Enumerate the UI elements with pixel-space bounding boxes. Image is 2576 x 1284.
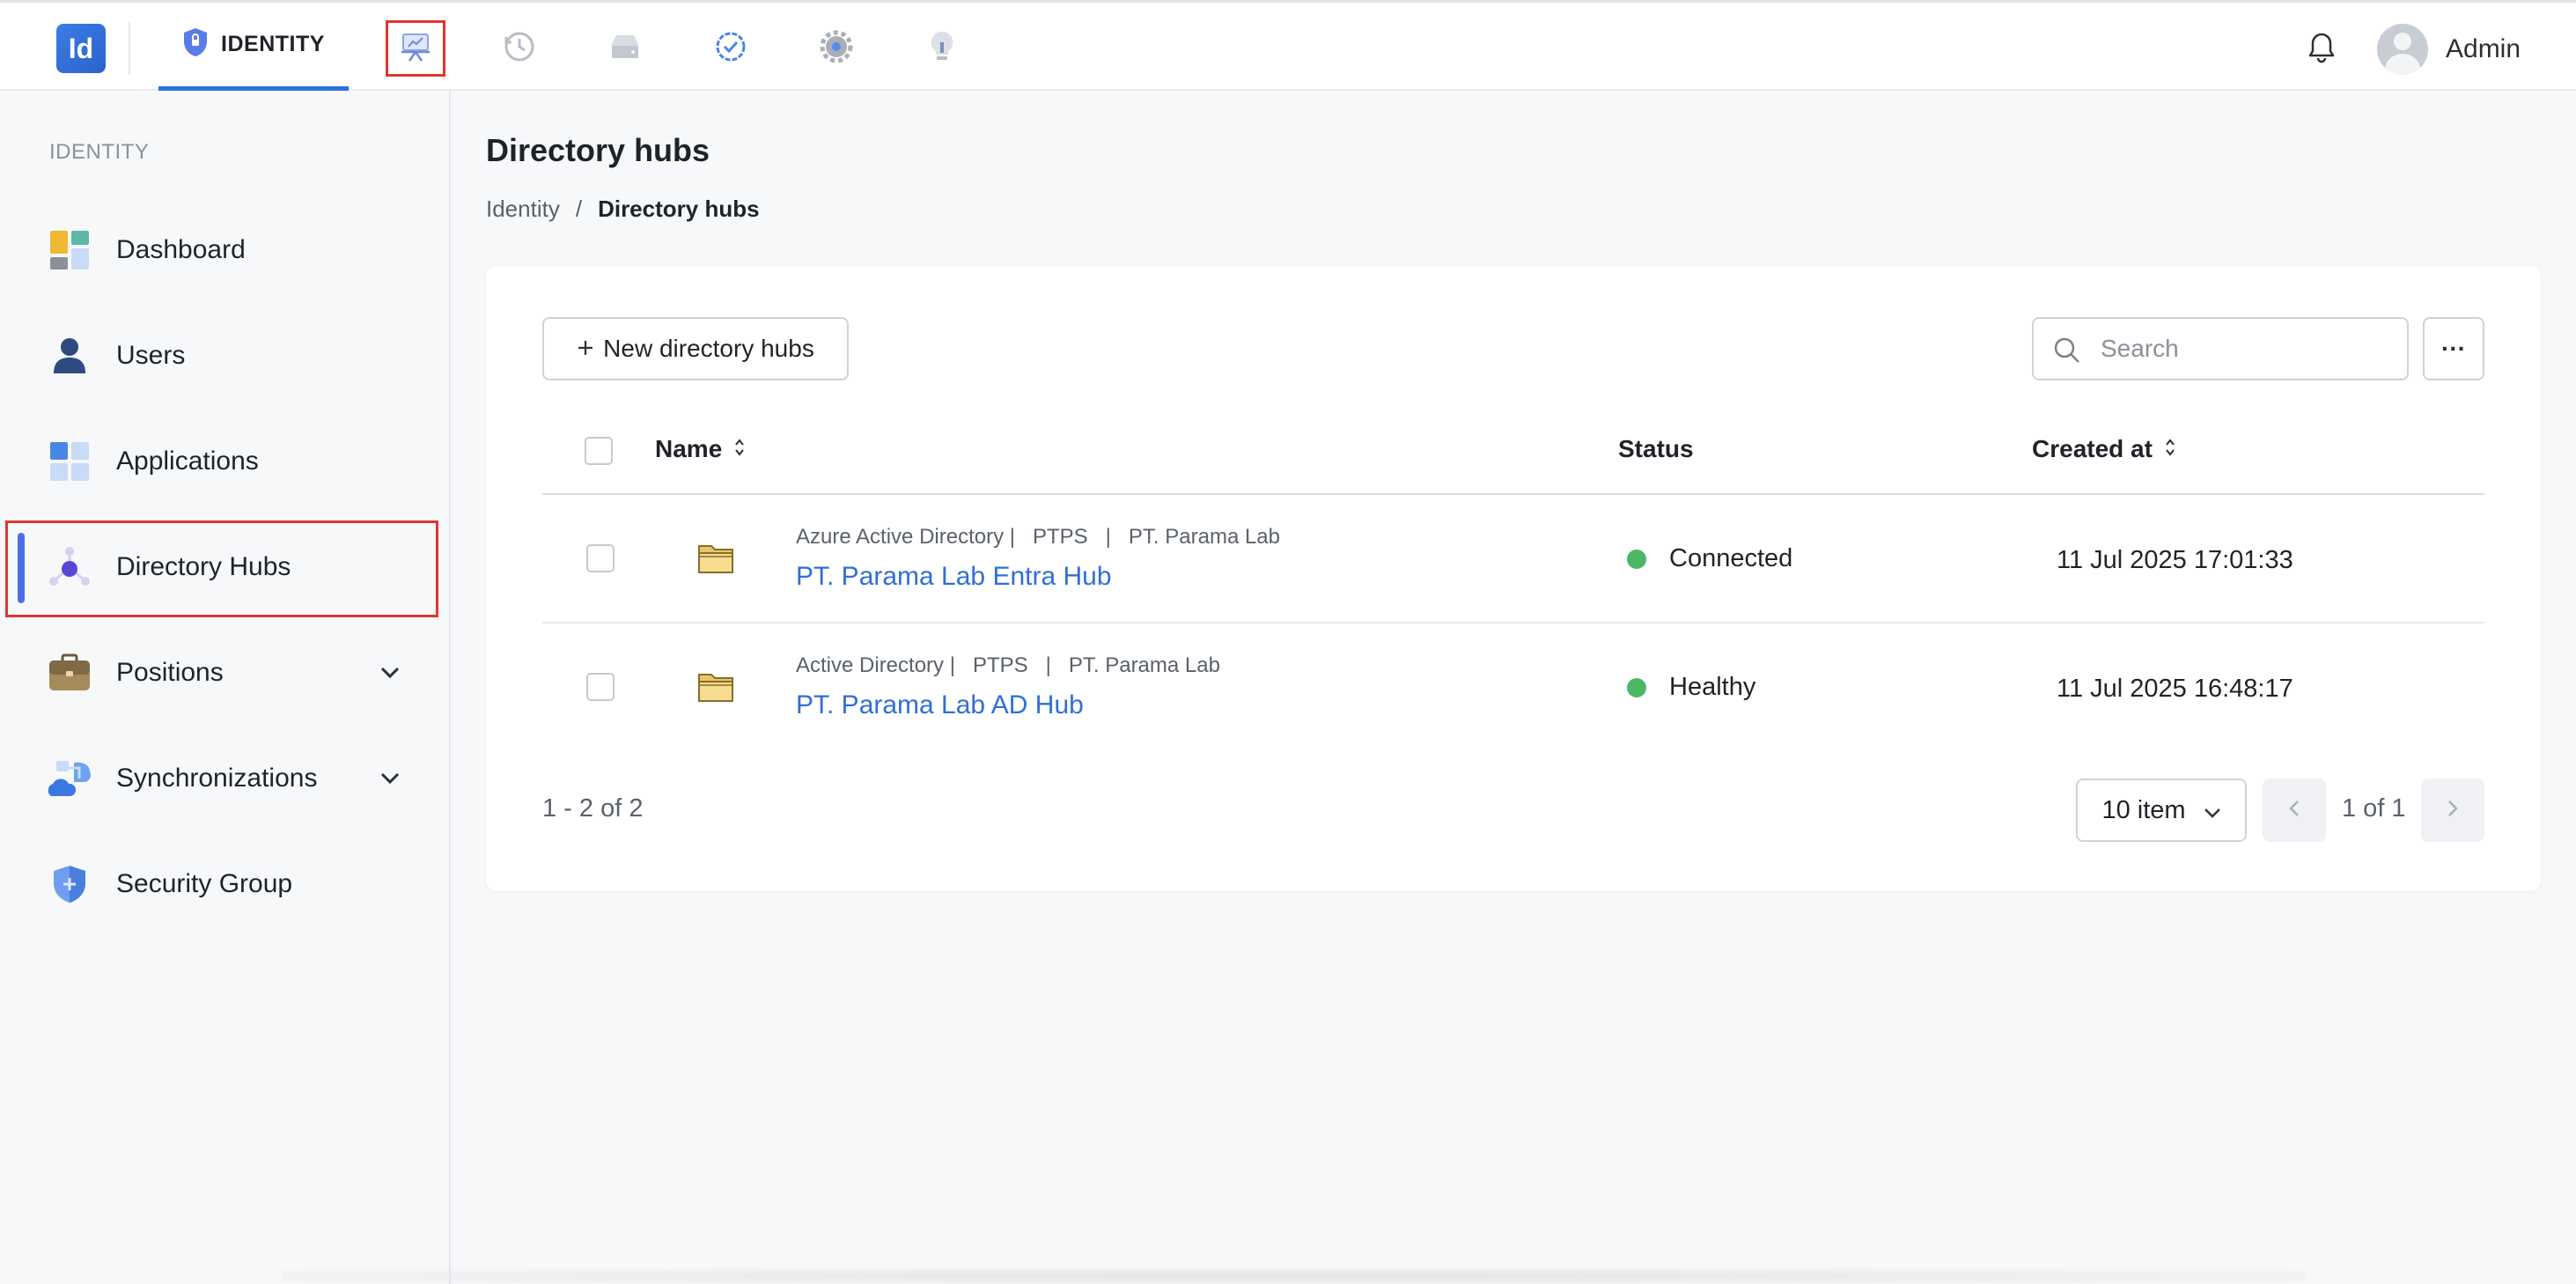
verified-icon — [714, 30, 747, 68]
sidebar: IDENTITY Dashboard Users Applications Di… — [0, 91, 451, 1284]
status-badge: Connected — [1627, 544, 1792, 573]
pagination-range: 1 - 2 of 2 — [542, 794, 644, 823]
hub-meta: Active Directory | PTPS | PT. Parama Lab — [796, 653, 1220, 677]
user-avatar[interactable] — [2377, 24, 2428, 75]
breadcrumb-current: Directory hubs — [598, 196, 760, 222]
identity-shield-icon — [182, 27, 209, 62]
column-header-label: Name — [655, 435, 723, 462]
column-header-status: Status — [1618, 435, 1694, 463]
sidebar-item-dashboard[interactable]: Dashboard — [0, 202, 451, 299]
sidebar-section-label: IDENTITY — [49, 140, 150, 164]
applications-icon — [48, 439, 92, 483]
sidebar-item-security-group[interactable]: Security Group — [0, 836, 451, 933]
column-header-label: Status — [1618, 435, 1694, 462]
column-header-name[interactable]: Name — [655, 435, 745, 463]
hub-name-link[interactable]: PT. Parama Lab Entra Hub — [796, 562, 1112, 592]
active-indicator — [18, 533, 25, 603]
plus-icon — [577, 335, 594, 363]
column-header-label: Created at — [2032, 435, 2153, 462]
breadcrumb-root[interactable]: Identity — [486, 196, 560, 223]
new-directory-hub-label: New directory hubs — [603, 335, 814, 362]
created-at: 11 Jul 2025 16:48:17 — [2057, 675, 2293, 703]
cloud-sync-icon — [48, 756, 92, 801]
previous-page-button[interactable] — [2263, 779, 2326, 842]
created-at: 11 Jul 2025 17:01:33 — [2057, 546, 2293, 574]
chevron-right-icon — [2447, 800, 2458, 822]
reports-app-button[interactable] — [386, 20, 445, 77]
next-page-button[interactable] — [2421, 779, 2484, 842]
page-size-value: 10 item — [2101, 795, 2186, 824]
chevron-down-icon[interactable] — [377, 765, 403, 792]
dashboard-icon — [48, 228, 92, 272]
chevron-down-icon[interactable] — [377, 660, 403, 686]
storage-icon — [608, 32, 642, 66]
table-row[interactable]: Active Directory | PTPS | PT. Parama Lab… — [542, 624, 2484, 752]
hub-meta: Azure Active Directory | PTPS | PT. Para… — [796, 525, 1280, 549]
app-tab-identity[interactable]: IDENTITY — [158, 3, 349, 92]
page-indicator: 1 of 1 — [2342, 794, 2406, 823]
more-options-button[interactable]: ··· — [2423, 317, 2484, 380]
row-checkbox[interactable] — [586, 673, 615, 701]
status-badge: Healthy — [1627, 673, 1755, 702]
status-text: Connected — [1669, 544, 1793, 572]
sidebar-item-label: Positions — [116, 658, 224, 687]
status-dot — [1627, 549, 1646, 569]
page-title: Directory hubs — [486, 132, 710, 168]
sidebar-item-label: Directory Hubs — [116, 552, 291, 581]
settings-icon — [820, 30, 853, 68]
folder-icon — [697, 671, 734, 707]
verified-app-button[interactable] — [701, 20, 761, 77]
reports-icon — [400, 31, 431, 67]
window-shadow — [282, 1268, 2307, 1284]
sidebar-item-label: Security Group — [116, 869, 293, 898]
storage-app-button[interactable] — [595, 20, 655, 77]
status-text: Healthy — [1669, 673, 1756, 701]
chevron-down-icon — [2204, 796, 2221, 825]
new-directory-hub-button[interactable]: New directory hubs — [542, 317, 849, 380]
directory-hubs-card: New directory hubs ··· Name Status Creat… — [486, 266, 2541, 891]
logo-divider — [129, 22, 130, 75]
ideas-app-button[interactable] — [912, 20, 972, 77]
app-logo[interactable]: Id — [56, 24, 106, 73]
user-name[interactable]: Admin — [2446, 34, 2521, 64]
search-input[interactable] — [2101, 331, 2391, 366]
bell-icon — [2307, 32, 2336, 68]
breadcrumb: Identity / Directory hubs — [486, 196, 760, 223]
app-tab-identity-label: IDENTITY — [221, 32, 325, 56]
sidebar-item-label: Synchronizations — [116, 764, 318, 793]
sidebar-item-positions[interactable]: Positions — [0, 624, 451, 721]
directory-hub-icon — [48, 545, 92, 589]
notifications-button[interactable] — [2301, 29, 2342, 70]
sidebar-item-label: Applications — [116, 446, 259, 476]
breadcrumb-separator: / — [575, 196, 583, 222]
sidebar-item-synchronizations[interactable]: Synchronizations — [0, 730, 451, 827]
table-row[interactable]: Azure Active Directory | PTPS | PT. Para… — [542, 495, 2484, 624]
search-icon — [2053, 336, 2081, 369]
briefcase-icon — [48, 651, 92, 695]
select-all-checkbox[interactable] — [585, 437, 613, 465]
column-header-created-at[interactable]: Created at — [2032, 435, 2175, 463]
top-bar: Id IDENTITY Admin — [0, 0, 2576, 92]
history-app-button[interactable] — [489, 20, 549, 77]
lightbulb-icon — [928, 30, 956, 68]
sidebar-item-label: Users — [116, 341, 186, 370]
sidebar-item-label: Dashboard — [116, 235, 246, 264]
hub-name-link[interactable]: PT. Parama Lab AD Hub — [796, 690, 1084, 720]
settings-app-button[interactable] — [806, 20, 866, 77]
search-box[interactable] — [2032, 317, 2409, 380]
user-icon — [48, 334, 92, 378]
row-checkbox[interactable] — [586, 544, 615, 572]
shield-icon — [48, 862, 92, 906]
status-dot — [1627, 677, 1646, 697]
sort-icon — [2165, 435, 2175, 463]
sidebar-item-users[interactable]: Users — [0, 307, 451, 404]
sort-icon — [734, 435, 745, 463]
sidebar-item-directory-hubs[interactable]: Directory Hubs — [0, 519, 451, 617]
history-icon — [503, 30, 536, 68]
folder-icon — [697, 542, 734, 579]
page-size-select[interactable]: 10 item — [2076, 779, 2247, 842]
chevron-left-icon — [2289, 800, 2300, 822]
sidebar-item-applications[interactable]: Applications — [0, 413, 451, 510]
